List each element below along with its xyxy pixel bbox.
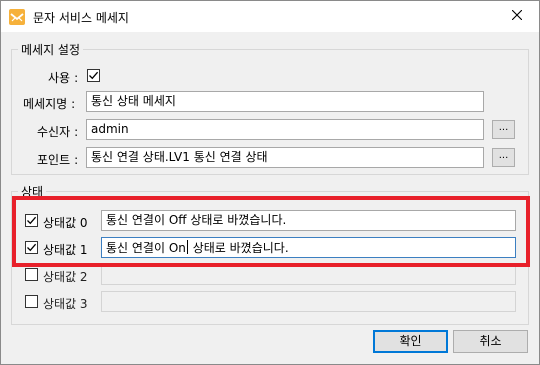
state-2-input[interactable] bbox=[101, 264, 516, 285]
use-label: 사용: bbox=[48, 71, 79, 85]
receiver-label: 수신자: bbox=[37, 125, 79, 139]
ok-button[interactable]: 확인 bbox=[373, 330, 448, 353]
point-browse-button[interactable]: ... bbox=[492, 148, 515, 167]
state-2-label: 상태값 2 bbox=[43, 270, 88, 284]
use-checkbox[interactable] bbox=[87, 69, 100, 82]
point-label: 포인트: bbox=[37, 153, 79, 167]
dialog-window: 문자 서비스 메세지 메세지 설정 사용: 메세지명: 통신 상태 메세지 수신… bbox=[0, 0, 540, 365]
state-3-input[interactable] bbox=[101, 291, 516, 312]
message-name-label: 메세지명: bbox=[23, 97, 76, 111]
window-title: 문자 서비스 메세지 bbox=[33, 11, 129, 25]
state-3-label: 상태값 3 bbox=[43, 297, 88, 311]
point-input[interactable]: 통신 연결 상태.LV1 통신 연결 상태 bbox=[86, 147, 484, 168]
receiver-browse-button[interactable]: ... bbox=[492, 120, 515, 139]
receiver-input[interactable]: admin bbox=[86, 119, 484, 140]
title-bar: 문자 서비스 메세지 bbox=[1, 1, 539, 32]
state-3-checkbox[interactable] bbox=[25, 295, 38, 308]
highlight-box bbox=[12, 196, 530, 267]
state-2-checkbox[interactable] bbox=[25, 268, 38, 281]
message-name-input[interactable]: 통신 상태 메세지 bbox=[86, 91, 484, 112]
close-button[interactable] bbox=[499, 3, 535, 29]
close-icon bbox=[511, 9, 523, 23]
app-icon bbox=[9, 9, 25, 25]
message-settings-legend: 메세지 설정 bbox=[18, 41, 84, 58]
cancel-button[interactable]: 취소 bbox=[453, 330, 528, 353]
